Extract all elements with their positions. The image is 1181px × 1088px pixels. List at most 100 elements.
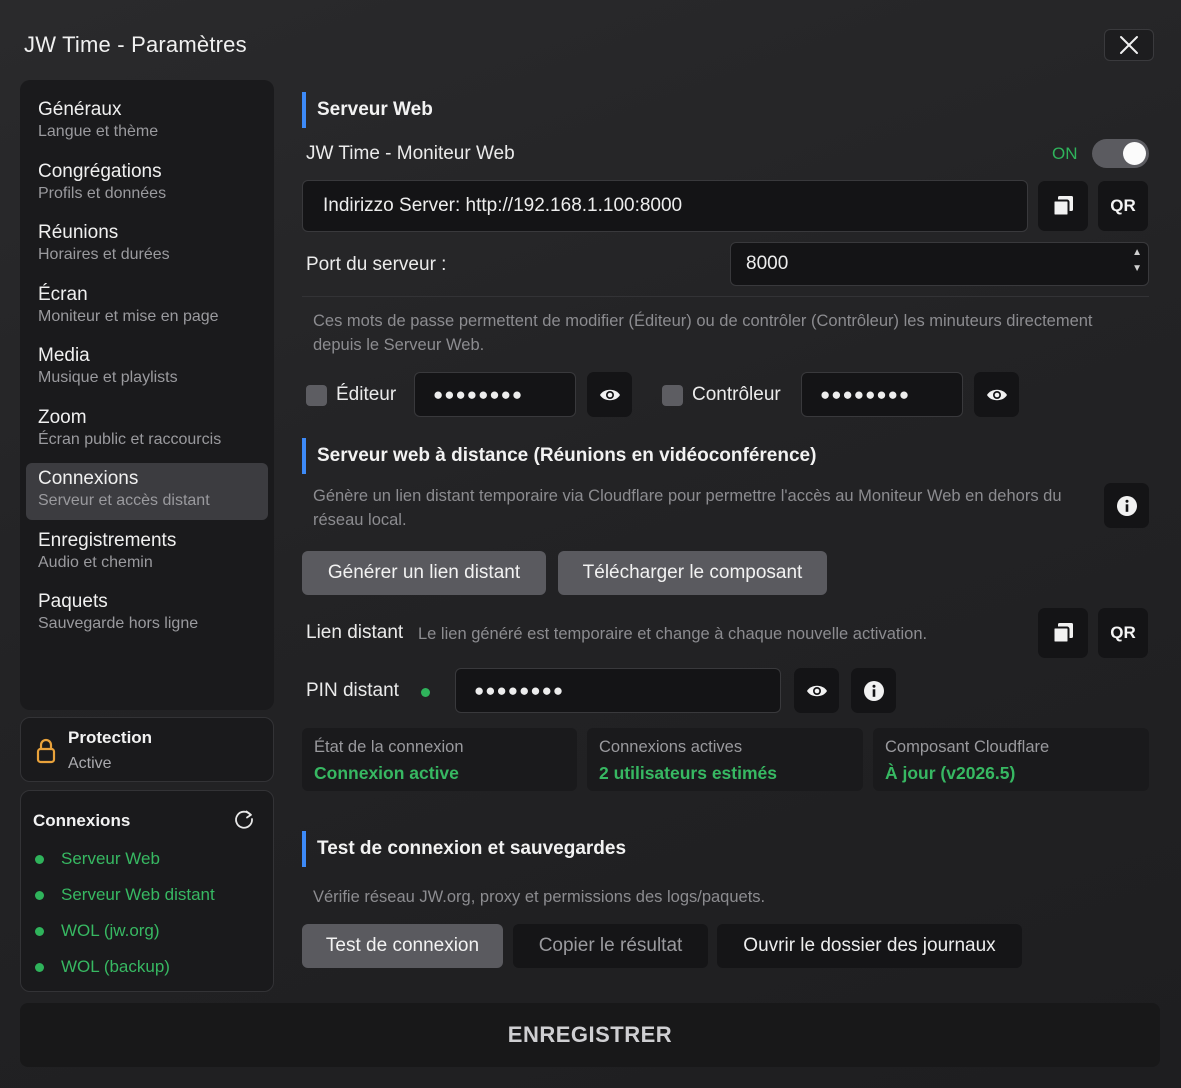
status-card-value: Connexion active bbox=[314, 763, 459, 783]
status-dot bbox=[35, 854, 44, 864]
status-dot bbox=[35, 890, 44, 900]
info-icon bbox=[1116, 495, 1137, 516]
port-label: Port du serveur : bbox=[306, 254, 447, 275]
chevron-down-icon[interactable]: ▼ bbox=[1132, 263, 1142, 275]
connection-label: WOL (backup) bbox=[61, 957, 170, 976]
remote-pin-value: ●●●●●●●● bbox=[474, 680, 565, 700]
protection-status: Active bbox=[68, 755, 112, 772]
copy-icon bbox=[1052, 196, 1073, 217]
sidebar-item-subtitle: Sauvegarde hors ligne bbox=[38, 615, 199, 632]
connection-label: WOL (jw.org) bbox=[61, 921, 160, 940]
editor-password-value: ●●●●●●●● bbox=[433, 384, 524, 404]
sidebar-item-subtitle: Moniteur et mise en page bbox=[38, 307, 219, 325]
web-monitor-label: JW Time - Moniteur Web bbox=[306, 143, 515, 164]
controller-checkbox[interactable] bbox=[662, 385, 683, 406]
connection-status-row: WOL (backup) bbox=[35, 955, 170, 979]
controller-password-value: ●●●●●●●● bbox=[820, 384, 911, 404]
sidebar-nav: Généraux Langue et thème Congrégations P… bbox=[20, 80, 274, 710]
download-component-button[interactable]: Télécharger le composant bbox=[558, 551, 827, 595]
sidebar-item-subtitle: Profils et données bbox=[38, 184, 167, 202]
eye-icon bbox=[599, 389, 620, 400]
test-connection-button[interactable]: Test de connexion bbox=[302, 924, 503, 968]
sidebar-item-subtitle: Écran public et raccourcis bbox=[38, 430, 222, 448]
connection-status-row: WOL (jw.org) bbox=[35, 919, 160, 943]
show-pin-button[interactable] bbox=[794, 668, 839, 713]
status-card-value: 2 utilisateurs estimés bbox=[599, 763, 777, 783]
sidebar-item-reunions[interactable]: Réunions Horaires et durées bbox=[26, 217, 268, 279]
status-card-label: Composant Cloudflare bbox=[885, 738, 1050, 756]
connections-status-panel: Connexions Serveur Web Serveur Web dista… bbox=[20, 790, 274, 992]
lock-icon bbox=[36, 738, 56, 764]
sidebar-item-title: Réunions bbox=[38, 222, 119, 243]
connection-label: Serveur Web bbox=[61, 849, 160, 868]
status-dot bbox=[35, 962, 44, 972]
sidebar-item-title: Enregistrements bbox=[38, 529, 177, 551]
server-address-text: Indirizzo Server: http://192.168.1.100:8… bbox=[323, 195, 683, 216]
status-card-connection-state: État de la connexion Connexion active bbox=[302, 728, 577, 791]
remote-info-button[interactable] bbox=[1104, 483, 1149, 528]
editor-checkbox[interactable] bbox=[306, 385, 327, 406]
pin-info-button[interactable] bbox=[851, 668, 896, 713]
chevron-up-icon[interactable]: ▲ bbox=[1132, 247, 1142, 259]
qr-remote-link-button[interactable]: QR bbox=[1098, 608, 1148, 658]
sidebar-item-enregistrements[interactable]: Enregistrements Audio et chemin bbox=[26, 525, 268, 587]
status-card-cloudflare-component: Composant Cloudflare À jour (v2026.5) bbox=[873, 728, 1149, 791]
sidebar-item-congregations[interactable]: Congrégations Profils et données bbox=[26, 156, 268, 218]
connection-test-description: Vérifie réseau JW.org, proxy et permissi… bbox=[313, 888, 766, 906]
refresh-icon[interactable] bbox=[233, 808, 255, 830]
sidebar-item-media[interactable]: Media Musique et playlists bbox=[26, 340, 268, 402]
port-stepper[interactable]: 8000 ▲ ▼ bbox=[730, 242, 1149, 286]
spin-buttons: ▲ ▼ bbox=[1132, 247, 1142, 275]
show-editor-password-button[interactable] bbox=[587, 372, 632, 417]
editor-password-input[interactable]: ●●●●●●●● bbox=[414, 372, 576, 417]
close-button[interactable] bbox=[1104, 29, 1154, 61]
remote-pin-label: PIN distant bbox=[306, 680, 399, 701]
connection-status-row: Serveur Web distant bbox=[35, 883, 215, 907]
qr-label: QR bbox=[1110, 623, 1136, 642]
sidebar-item-subtitle: Audio et chemin bbox=[38, 553, 153, 571]
status-card-active-connections: Connexions actives 2 utilisateurs estimé… bbox=[587, 728, 863, 791]
sidebar-item-subtitle: Horaires et durées bbox=[38, 246, 170, 263]
sidebar-item-paquets[interactable]: Paquets Sauvegarde hors ligne bbox=[26, 586, 268, 648]
copy-result-button[interactable]: Copier le résultat bbox=[513, 924, 708, 968]
connection-label: Serveur Web distant bbox=[61, 885, 215, 904]
sidebar-item-generaux[interactable]: Généraux Langue et thème bbox=[26, 94, 268, 156]
sidebar-item-connexions[interactable]: Connexions Serveur et accès distant bbox=[26, 463, 268, 520]
sidebar-item-ecran[interactable]: Écran Moniteur et mise en page bbox=[26, 279, 268, 341]
sidebar-item-title: Paquets bbox=[38, 591, 108, 612]
sidebar-item-zoom[interactable]: Zoom Écran public et raccourcis bbox=[26, 402, 268, 464]
sidebar-item-title: Connexions bbox=[38, 468, 139, 489]
generate-remote-link-button[interactable]: Générer un lien distant bbox=[302, 551, 546, 595]
protection-panel: Protection Active bbox=[20, 717, 274, 782]
eye-icon bbox=[986, 389, 1007, 400]
save-button[interactable]: ENREGISTRER bbox=[20, 1003, 1160, 1067]
qr-address-button[interactable]: QR bbox=[1098, 181, 1148, 231]
status-card-label: État de la connexion bbox=[314, 738, 464, 756]
sidebar-item-title: Zoom bbox=[38, 406, 87, 428]
sidebar-item-title: Généraux bbox=[38, 99, 122, 120]
sidebar-item-title: Écran bbox=[38, 283, 88, 305]
server-address-field[interactable]: Indirizzo Server: http://192.168.1.100:8… bbox=[302, 180, 1028, 232]
eye-icon bbox=[806, 685, 827, 696]
copy-remote-link-button[interactable] bbox=[1038, 608, 1088, 658]
open-logs-folder-button[interactable]: Ouvrir le dossier des journaux bbox=[717, 924, 1022, 968]
status-card-value: À jour (v2026.5) bbox=[885, 763, 1016, 783]
show-controller-password-button[interactable] bbox=[974, 372, 1019, 417]
toggle-state-label: ON bbox=[1052, 144, 1078, 163]
remote-link-hint: Le lien généré est temporaire et change … bbox=[418, 625, 928, 643]
port-value: 8000 bbox=[746, 253, 789, 274]
copy-address-button[interactable] bbox=[1038, 181, 1088, 231]
sidebar-item-title: Congrégations bbox=[38, 160, 162, 182]
controller-password-input[interactable]: ●●●●●●●● bbox=[801, 372, 963, 417]
connections-title: Connexions bbox=[33, 811, 131, 830]
web-server-toggle[interactable] bbox=[1092, 139, 1149, 168]
editor-label: Éditeur bbox=[336, 384, 397, 405]
connection-test-heading: Test de connexion et sauvegardes bbox=[302, 831, 626, 867]
status-card-label: Connexions actives bbox=[599, 738, 743, 756]
connection-status-row: Serveur Web bbox=[35, 847, 160, 871]
pin-status-dot bbox=[421, 688, 430, 697]
status-dot bbox=[35, 926, 44, 936]
remote-pin-input[interactable]: ●●●●●●●● bbox=[455, 668, 781, 713]
toggle-knob bbox=[1123, 142, 1146, 165]
controller-label: Contrôleur bbox=[692, 384, 781, 405]
